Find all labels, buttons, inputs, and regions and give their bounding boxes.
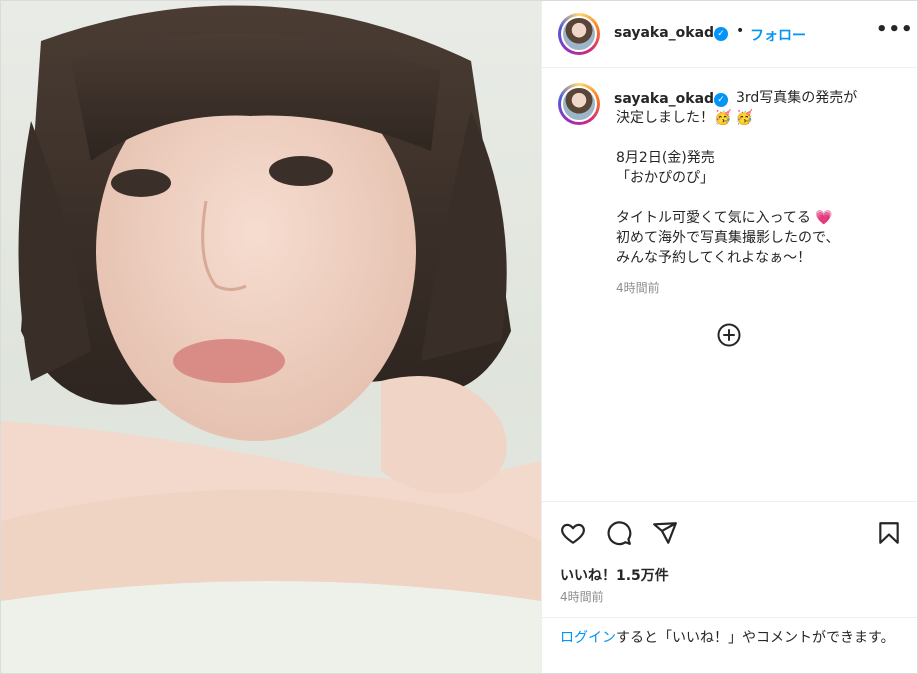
post-photo[interactable] [1, 1, 541, 673]
separator-dot: • [736, 23, 745, 39]
likes-count[interactable]: いいね！1.5万件 [560, 565, 669, 585]
caption-line: 「おかぴのぴ」 [616, 170, 714, 186]
share-icon[interactable] [652, 520, 678, 546]
caption: 3rd写真集の発売が 決定しました！🥳 🥳 8月2日(金)発売 「おかぴのぴ」 … [616, 88, 906, 268]
bookmark-icon[interactable] [876, 520, 902, 546]
login-link[interactable]: ログイン [560, 630, 616, 646]
instagram-post: sayaka_okada ✓ • フォロー ••• 3rd写真集の発売が 決定し… [0, 0, 918, 674]
caption-line: 決定しました！🥳 🥳 [616, 110, 754, 126]
comment-icon[interactable] [606, 520, 632, 546]
caption-line: みんな予約してくれよなぁ～！ [616, 250, 812, 266]
caption-username[interactable]: sayaka_okada [614, 91, 724, 107]
caption-line: 3rd写真集の発売が [736, 90, 858, 106]
portrait-image [1, 5, 541, 673]
caption-line: 8月2日(金)発売 [616, 150, 715, 166]
heart-icon[interactable] [560, 520, 586, 546]
caption-avatar[interactable] [558, 83, 600, 125]
post-timestamp: 4時間前 [560, 590, 604, 604]
post-side-panel: sayaka_okada ✓ • フォロー ••• 3rd写真集の発売が 決定し… [541, 1, 917, 673]
add-icon[interactable] [717, 323, 741, 347]
username[interactable]: sayaka_okada [614, 25, 724, 41]
more-icon[interactable]: ••• [876, 19, 914, 40]
caption-line: 初めて海外で写真集撮影したので、 [616, 230, 840, 246]
action-bar [542, 501, 917, 564]
post-header: sayaka_okada ✓ • フォロー ••• [542, 1, 917, 68]
follow-button[interactable]: フォロー [750, 25, 806, 45]
verified-icon: ✓ [714, 93, 728, 107]
login-prompt: ログインすると「いいね！」やコメントができます。 [542, 617, 917, 673]
login-text: ログインすると「いいね！」やコメントができます。 [560, 628, 905, 648]
caption-line: タイトル可愛くて気に入ってる 💗 [616, 210, 833, 226]
avatar[interactable] [558, 13, 600, 55]
verified-icon: ✓ [714, 27, 728, 41]
caption-timestamp: 4時間前 [616, 281, 660, 295]
login-rest: すると「いいね！」やコメントができます。 [616, 630, 895, 646]
